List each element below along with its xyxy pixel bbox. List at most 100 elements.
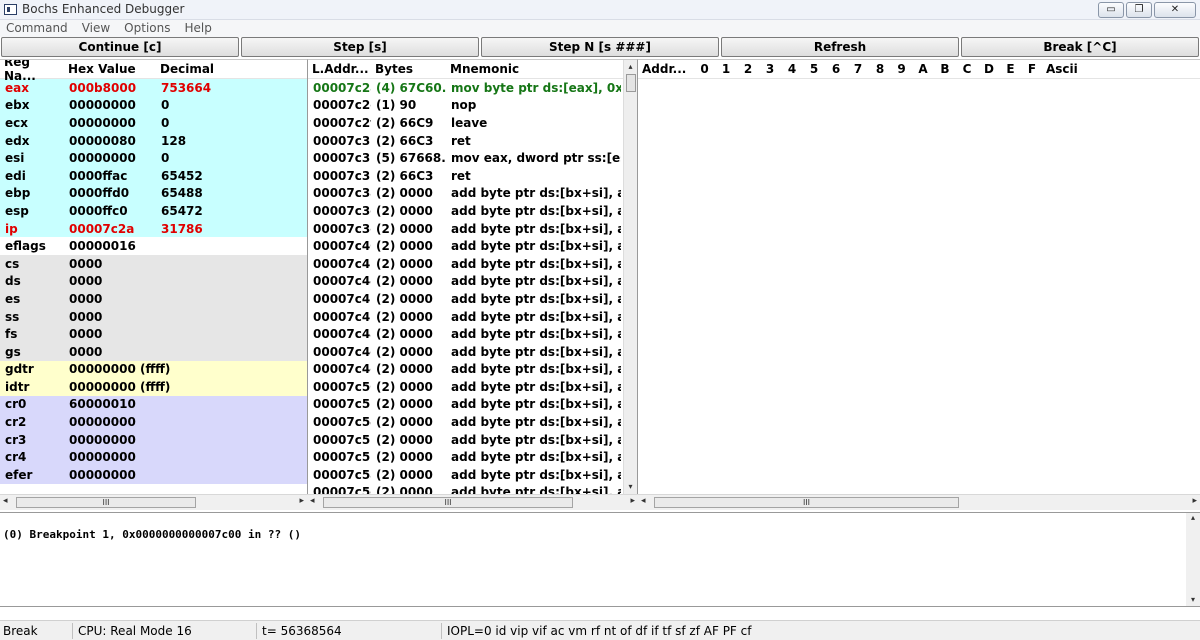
register-row-edx[interactable]: edx 00000080 128 (0, 131, 307, 150)
close-button[interactable]: ✕ (1154, 2, 1196, 18)
register-row-ip[interactable]: ip 00007c2a 31786 (0, 219, 307, 238)
col-mem-byte[interactable]: 4 (781, 62, 803, 76)
col-decimal[interactable]: Decimal (156, 62, 276, 76)
break-button[interactable]: Break [^C] (961, 37, 1199, 57)
register-row-efer[interactable]: efer 00000000 (0, 466, 307, 484)
menu-view[interactable]: View (82, 20, 110, 37)
col-mem-byte[interactable]: A (912, 62, 934, 76)
col-mem-byte[interactable]: 3 (759, 62, 781, 76)
scroll-right-icon[interactable]: ▸ (630, 496, 635, 506)
register-row-cr3[interactable]: cr3 00000000 (0, 430, 307, 449)
disassembly-row[interactable]: 00007c46 (2) 0000 add byte ptr ds:[bx+si],… (308, 290, 637, 308)
scroll-up-icon[interactable]: ▴ (1186, 513, 1200, 522)
step-button[interactable]: Step [s] (241, 37, 479, 57)
disassembly-row[interactable]: 00007c48 (2) 0000 add byte ptr ds:[bx+si],… (308, 308, 637, 326)
disassembly-row[interactable]: 00007c4a (2) 0000 add byte ptr ds:[bx+si],… (308, 325, 637, 343)
register-row-es[interactable]: es 0000 (0, 290, 307, 308)
col-mem-byte[interactable]: B (934, 62, 956, 76)
disassembly-row[interactable]: 00007c54 (2) 0000 add byte ptr ds:[bx+si],… (308, 413, 637, 431)
register-row-esi[interactable]: esi 00000000 0 (0, 149, 307, 167)
col-mem-byte[interactable]: C (956, 62, 978, 76)
col-mem-byte[interactable]: 7 (847, 62, 869, 76)
disassembly-row[interactable]: 00007c33 (5) 67668... mov eax, dword ptr s… (308, 149, 637, 167)
register-row-ebx[interactable]: ebx 00000000 0 (0, 96, 307, 115)
disassembly-row[interactable]: 00007c50 (2) 0000 add byte ptr ds:[bx+si],… (308, 378, 637, 396)
disassembly-hscrollbar[interactable]: ◂ III ▸ (307, 494, 638, 510)
disassembly-row[interactable]: 00007c3c (2) 0000 add byte ptr ds:[bx+si],… (308, 202, 637, 220)
col-mem-byte[interactable]: 1 (715, 62, 737, 76)
disassembly-row[interactable]: 00007c4e (2) 0000 add byte ptr ds:[bx+si],… (308, 361, 637, 379)
col-mem-byte[interactable]: 9 (891, 62, 912, 76)
col-mem-byte[interactable]: F (1021, 62, 1043, 76)
register-row-ss[interactable]: ss 0000 (0, 307, 307, 326)
col-bytes[interactable]: Bytes (371, 62, 446, 76)
register-row-edi[interactable]: edi 0000ffac 65452 (0, 166, 307, 185)
col-mem-byte[interactable]: 6 (825, 62, 847, 76)
register-row-cs[interactable]: cs 0000 (0, 254, 307, 273)
disassembly-row[interactable]: 00007c56 (2) 0000 add byte ptr ds:[bx+si],… (308, 431, 637, 449)
disassembly-row[interactable]: 00007c3e (2) 0000 add byte ptr ds:[bx+si],… (308, 220, 637, 238)
memory-hscrollbar[interactable]: ◂ III ▸ (638, 494, 1200, 510)
col-laddr[interactable]: L.Addr... (308, 62, 371, 76)
disassembly-row[interactable]: 00007c2f (2) 66C9 leave (308, 114, 637, 132)
col-mem-byte[interactable]: D (978, 62, 1000, 76)
register-row-fs[interactable]: fs 0000 (0, 325, 307, 343)
menu-command[interactable]: Command (6, 20, 68, 37)
register-row-esp[interactable]: esp 0000ffc0 65472 (0, 202, 307, 220)
register-row-eflags[interactable]: eflags 00000016 (0, 237, 307, 255)
col-mem-addr[interactable]: Addr... (638, 62, 694, 76)
register-row-idtr[interactable]: idtr 00000000 (ffff) (0, 378, 307, 396)
disassembly-row[interactable]: 00007c42 (2) 0000 add byte ptr ds:[bx+si],… (308, 255, 637, 273)
col-reg-name[interactable]: Reg Na... (0, 60, 64, 83)
disassembly-row[interactable]: 00007c52 (2) 0000 add byte ptr ds:[bx+si],… (308, 396, 637, 414)
register-row-cr4[interactable]: cr4 00000000 (0, 448, 307, 467)
scroll-thumb[interactable] (626, 74, 636, 92)
disassembly-row[interactable]: 00007c2e (1) 90 nop (308, 97, 637, 115)
register-row-eax[interactable]: eax 000b8000 753664 (0, 79, 307, 97)
scroll-left-icon[interactable]: ◂ (310, 496, 315, 506)
menu-help[interactable]: Help (184, 20, 211, 37)
output-vscrollbar[interactable]: ▴ ▾ (1186, 513, 1200, 606)
scroll-right-icon[interactable]: ▸ (299, 496, 304, 506)
scroll-down-icon[interactable]: ▾ (624, 480, 637, 494)
refresh-button[interactable]: Refresh (721, 37, 959, 57)
continue-button[interactable]: Continue [c] (1, 37, 239, 57)
disassembly-row[interactable]: 00007c3a (2) 0000 add byte ptr ds:[bx+si],… (308, 185, 637, 203)
col-mnemonic[interactable]: Mnemonic (446, 62, 621, 76)
disassembly-row[interactable]: 00007c5a (2) 0000 add byte ptr ds:[bx+si],… (308, 466, 637, 484)
register-row-ecx[interactable]: ecx 00000000 0 (0, 114, 307, 132)
disassembly-row[interactable]: 00007c2a (4) 67C60... mov byte ptr ds:[eax… (308, 79, 637, 97)
output-console[interactable]: (0) Breakpoint 1, 0x0000000000007c00 in … (0, 512, 1200, 607)
col-mem-byte[interactable]: 2 (737, 62, 759, 76)
scroll-down-icon[interactable]: ▾ (1186, 595, 1200, 604)
disassembly-row[interactable]: 00007c4c (2) 0000 add byte ptr ds:[bx+si],… (308, 343, 637, 361)
scroll-thumb[interactable]: III (654, 497, 959, 508)
step-n-button[interactable]: Step N [s ###] (481, 37, 719, 57)
col-mem-byte[interactable]: E (1000, 62, 1021, 76)
disassembly-vscrollbar[interactable]: ▴ ▾ (623, 60, 637, 494)
register-row-cr0[interactable]: cr0 60000010 (0, 395, 307, 414)
disassembly-row[interactable]: 00007c38 (2) 66C3 ret (308, 167, 637, 185)
disassembly-row[interactable]: 00007c31 (2) 66C3 ret (308, 132, 637, 150)
disassembly-row[interactable]: 00007c58 (2) 0000 add byte ptr ds:[bx+si],… (308, 448, 637, 466)
col-mem-byte[interactable]: 0 (694, 62, 715, 76)
scroll-thumb[interactable]: III (16, 497, 196, 508)
register-row-ebp[interactable]: ebp 0000ffd0 65488 (0, 184, 307, 203)
register-hscrollbar[interactable]: ◂ III ▸ (0, 494, 307, 510)
col-mem-ascii[interactable]: Ascii (1043, 62, 1103, 76)
scroll-left-icon[interactable]: ◂ (641, 496, 646, 506)
col-mem-byte[interactable]: 8 (869, 62, 891, 76)
scroll-left-icon[interactable]: ◂ (3, 496, 8, 506)
menu-options[interactable]: Options (124, 20, 170, 37)
col-mem-byte[interactable]: 5 (803, 62, 825, 76)
col-hex-value[interactable]: Hex Value (64, 62, 156, 76)
register-row-cr2[interactable]: cr2 00000000 (0, 413, 307, 431)
scroll-right-icon[interactable]: ▸ (1192, 496, 1197, 506)
disassembly-row[interactable]: 00007c40 (2) 0000 add byte ptr ds:[bx+si],… (308, 237, 637, 255)
scroll-up-icon[interactable]: ▴ (624, 60, 637, 74)
disassembly-row[interactable]: 00007c44 (2) 0000 add byte ptr ds:[bx+si],… (308, 273, 637, 291)
minimize-button[interactable]: ▭ (1098, 2, 1124, 18)
register-row-gs[interactable]: gs 0000 (0, 342, 307, 361)
maximize-button[interactable]: ❐ (1126, 2, 1152, 18)
register-row-ds[interactable]: ds 0000 (0, 272, 307, 291)
